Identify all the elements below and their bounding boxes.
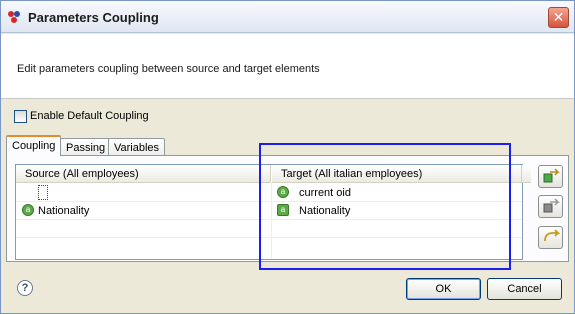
row-separator — [16, 219, 522, 220]
header-description: Edit parameters coupling between source … — [17, 63, 320, 75]
window-title: Parameters Coupling — [28, 10, 159, 25]
row-separator — [16, 201, 522, 202]
table-row-target[interactable]: a Nationality — [277, 203, 517, 219]
coupling-tab-panel: Source (All employees) Target (All itali… — [6, 155, 569, 262]
table-row-source[interactable] — [22, 185, 262, 201]
enable-default-label: Enable Default Coupling — [30, 110, 149, 122]
tab-coupling-label: Coupling — [12, 140, 56, 152]
cancel-button-label: Cancel — [507, 283, 542, 295]
ok-button-label: OK — [435, 283, 452, 295]
close-button[interactable]: ✕ — [548, 7, 569, 28]
attribute-list-icon: a — [277, 204, 289, 216]
dialog-header: Edit parameters coupling between source … — [1, 34, 574, 99]
tab-variables-label: Variables — [114, 142, 160, 154]
enable-default-checkbox[interactable] — [14, 110, 27, 123]
table-row-target[interactable]: a current oid — [277, 185, 517, 201]
tab-coupling[interactable]: Coupling — [6, 135, 62, 156]
remove-coupling-button[interactable] — [538, 195, 563, 218]
column-header-target[interactable]: Target (All italian employees) — [272, 165, 522, 183]
column-header-filler — [522, 165, 531, 183]
attribute-icon: a — [22, 204, 34, 216]
attribute-key-icon: a — [277, 186, 289, 198]
row-separator — [16, 237, 522, 238]
column-header-target-label: Target (All italian employees) — [281, 168, 423, 180]
auto-coupling-icon — [544, 229, 561, 242]
empty-cell-focus — [38, 185, 48, 200]
table-row-source[interactable]: a Nationality — [22, 203, 262, 219]
target-cell-label: Nationality — [299, 205, 351, 217]
tab-passing-label: Passing — [66, 142, 106, 154]
app-logo-icon — [8, 11, 20, 23]
add-coupling-button[interactable] — [538, 165, 563, 188]
cancel-button[interactable]: Cancel — [487, 278, 562, 300]
column-header-source[interactable]: Source (All employees) — [16, 165, 271, 183]
remove-coupling-icon — [543, 198, 560, 213]
source-cell-label: Nationality — [38, 205, 90, 217]
help-icon[interactable]: ? — [17, 280, 33, 296]
close-icon: ✕ — [552, 9, 565, 25]
ok-button[interactable]: OK — [406, 278, 481, 300]
add-coupling-icon — [543, 168, 560, 183]
coupling-table[interactable]: Source (All employees) Target (All itali… — [15, 164, 531, 260]
column-header-source-label: Source (All employees) — [25, 168, 139, 180]
target-cell-label: current oid — [299, 187, 351, 199]
column-divider — [271, 183, 272, 259]
title-bar: Parameters Coupling ✕ — [1, 1, 574, 33]
auto-coupling-button[interactable] — [538, 226, 563, 249]
dialog-window: Parameters Coupling ✕ Edit parameters co… — [0, 0, 575, 314]
